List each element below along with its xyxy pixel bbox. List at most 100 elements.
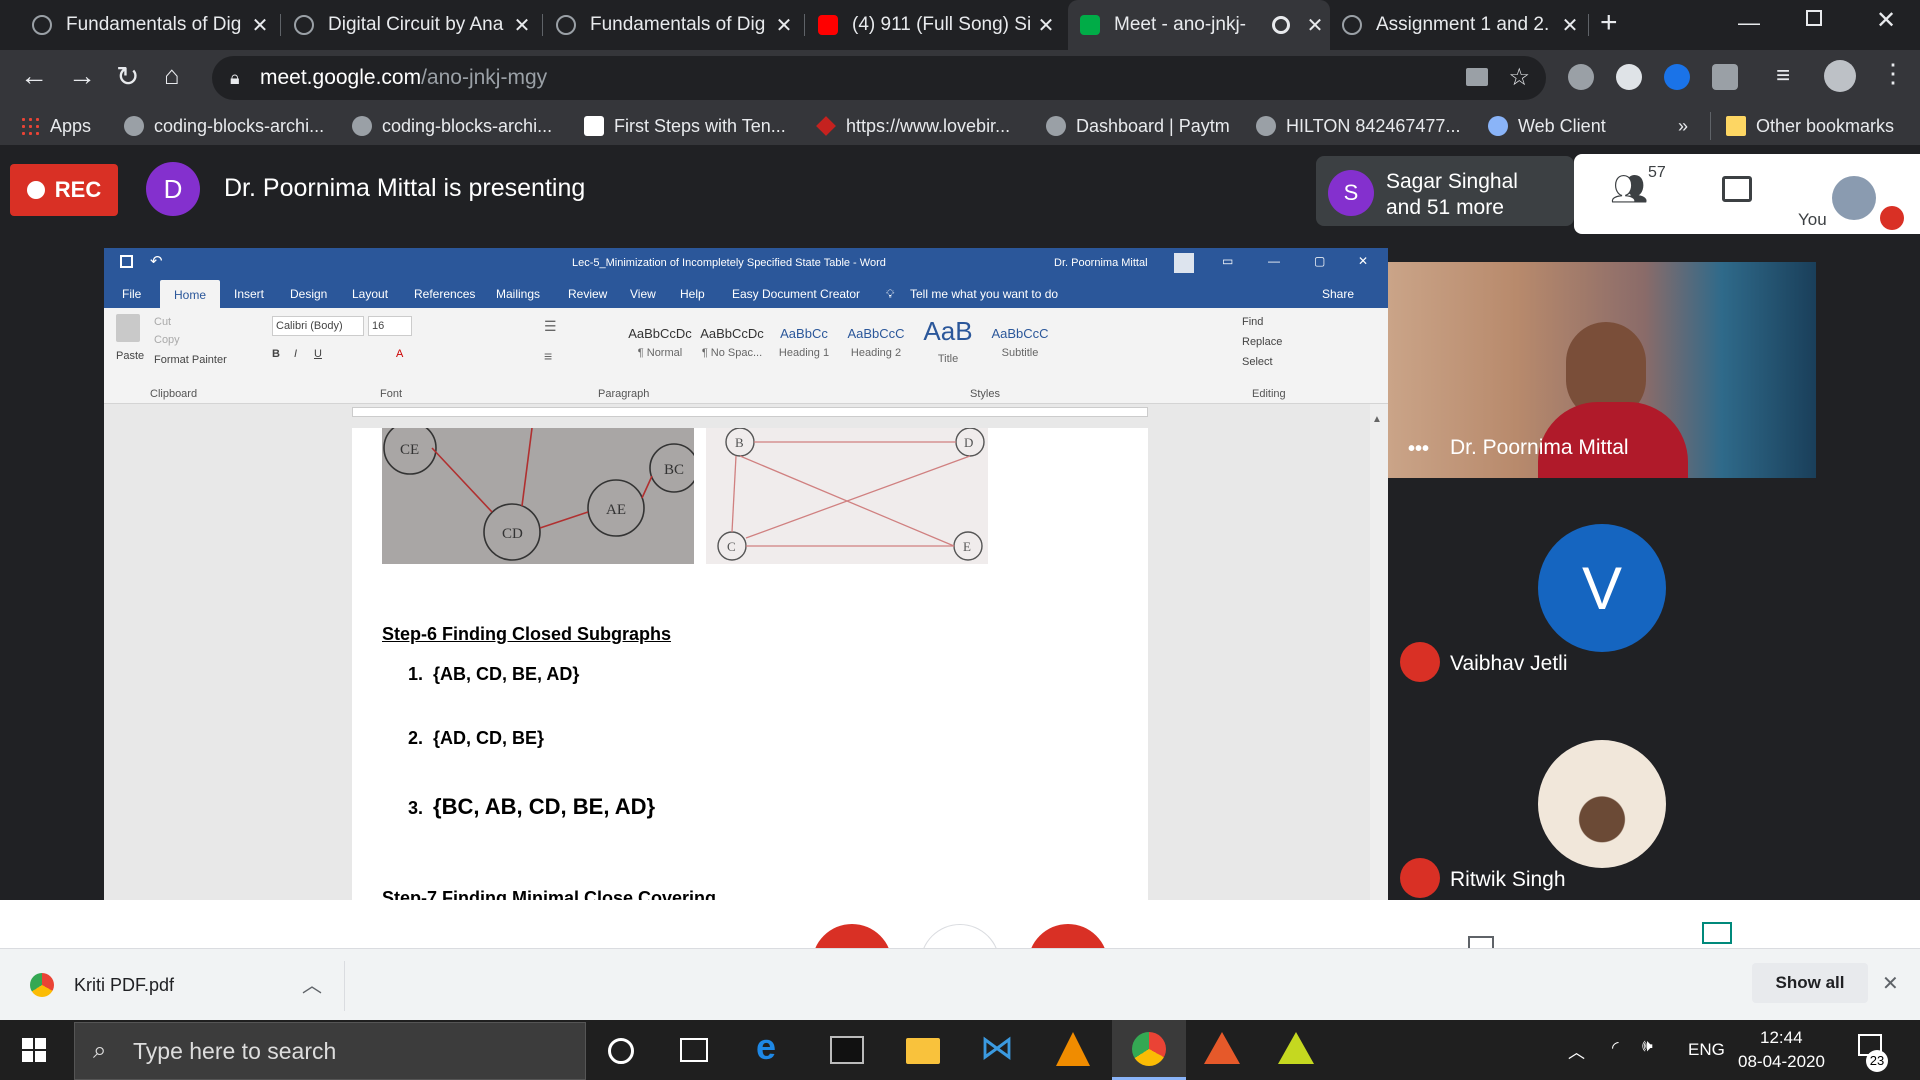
cortana-icon[interactable] (608, 1038, 634, 1064)
vscode-icon[interactable]: ⋈ (980, 1028, 1014, 1067)
tab-design[interactable]: Design (290, 287, 327, 301)
vlc-icon[interactable] (1056, 1032, 1090, 1066)
tab-insert[interactable]: Insert (234, 287, 264, 301)
bookmark-item[interactable]: First Steps with Ten... (584, 114, 786, 138)
style-3[interactable]: AaBbCcC Heading 2 (840, 314, 912, 378)
browser-tab[interactable]: Digital Circuit by Ana ✕ (282, 0, 537, 50)
font-name-select[interactable]: Calibri (Body) (272, 316, 364, 336)
bookmark-item[interactable]: Dashboard | Paytm (1046, 114, 1230, 138)
close-tab-icon[interactable]: ✕ (1555, 13, 1585, 38)
replace-button[interactable]: Replace (1242, 336, 1282, 348)
format-painter-button[interactable]: Format Painter (154, 354, 227, 366)
undo-icon[interactable]: ↶ (150, 252, 163, 270)
tab-file[interactable]: File (122, 287, 141, 301)
clock-date[interactable]: 08-04-2020 (1738, 1052, 1825, 1072)
chrome-taskbar-item-active[interactable] (1112, 1020, 1186, 1080)
cut-button[interactable]: Cut (154, 316, 171, 328)
tab-mailings[interactable]: Mailings (496, 287, 540, 301)
app-icon[interactable] (1278, 1032, 1314, 1064)
forward-icon[interactable]: → (68, 60, 96, 92)
tab-layout[interactable]: Layout (352, 287, 388, 301)
other-bookmarks[interactable]: Other bookmarks (1726, 114, 1894, 138)
document-scrollbar[interactable]: ▲ (1370, 404, 1388, 934)
close-window-icon[interactable]: ✕ (1876, 6, 1896, 35)
more-options-icon[interactable]: ••• (1408, 438, 1429, 461)
underline-button[interactable]: U (314, 348, 322, 360)
browser-tab[interactable]: Fundamentals of Dig ✕ (544, 0, 799, 50)
wifi-icon[interactable]: ◜ (1612, 1038, 1619, 1058)
close-tab-icon[interactable]: ✕ (1300, 13, 1330, 38)
windows-start-icon[interactable] (22, 1038, 46, 1062)
tab-view[interactable]: View (630, 287, 656, 301)
new-tab-button[interactable]: + (1600, 6, 1618, 40)
volume-icon[interactable]: 🕪︎ (1642, 1036, 1653, 1056)
minimize-icon[interactable]: — (1738, 10, 1760, 36)
select-button[interactable]: Select (1242, 356, 1273, 368)
bullets-icon[interactable]: ☰ (544, 318, 557, 335)
italic-button[interactable]: I (294, 348, 297, 360)
browser-tab[interactable]: Fundamentals of Dig ✕ (20, 0, 275, 50)
address-bar[interactable]: 🔒︎ meet.google.com/ano-jnkj-mgy ☆ (212, 56, 1546, 100)
browser-tab-active[interactable]: Meet - ano-jnkj- ✕ (1068, 0, 1330, 50)
bookmark-apps[interactable]: Apps (20, 114, 91, 138)
extension-icon[interactable] (1664, 64, 1690, 90)
copy-button[interactable]: Copy (154, 334, 180, 346)
bookmark-item[interactable]: Web Client (1488, 114, 1606, 138)
language-indicator[interactable]: ENG (1688, 1040, 1725, 1060)
save-icon[interactable] (120, 255, 133, 268)
font-color-button[interactable]: A (396, 348, 403, 360)
home-icon[interactable]: ⌂ (164, 60, 180, 91)
close-icon[interactable]: ✕ (1358, 254, 1368, 268)
style-2[interactable]: AaBbCc Heading 1 (768, 314, 840, 378)
close-tab-icon[interactable]: ✕ (507, 13, 537, 38)
tell-me-box[interactable]: Tell me what you want to do (910, 287, 1058, 301)
show-all-button[interactable]: Show all (1752, 963, 1868, 1003)
terminal-icon[interactable] (830, 1036, 864, 1064)
menu-icon[interactable]: ⋮ (1880, 58, 1906, 89)
bookmark-item[interactable]: HILTON 842467477... (1256, 114, 1460, 138)
download-filename[interactable]: Kriti PDF.pdf (74, 975, 174, 996)
tab-help[interactable]: Help (680, 287, 705, 301)
bookmark-item[interactable]: coding-blocks-archi... (352, 114, 552, 138)
participant-tile-video[interactable]: ••• Dr. Poornima Mittal (1388, 262, 1816, 478)
style-5[interactable]: AaBbCcC Subtitle (984, 314, 1056, 378)
paste-label[interactable]: Paste (116, 350, 144, 362)
restore-icon[interactable] (1806, 10, 1822, 26)
more-bookmarks-button[interactable]: » (1678, 114, 1688, 138)
extension-icon[interactable] (1616, 64, 1642, 90)
taskbar-search-box[interactable]: ⌕ Type here to search (74, 1022, 586, 1080)
tab-home[interactable]: Home (160, 280, 221, 308)
tab-easy-document-creator[interactable]: Easy Document Creator (732, 287, 860, 301)
chat-icon[interactable] (1722, 176, 1752, 202)
back-icon[interactable]: ← (20, 60, 48, 92)
maximize-icon[interactable]: ▢ (1314, 254, 1325, 268)
find-button[interactable]: Find (1242, 316, 1263, 328)
align-left-icon[interactable]: ≡ (544, 348, 552, 364)
tab-review[interactable]: Review (568, 287, 607, 301)
close-tab-icon[interactable]: ✕ (1031, 13, 1061, 38)
task-view-icon[interactable] (680, 1038, 708, 1062)
ribbon-display-icon[interactable]: ▭ (1222, 254, 1233, 268)
people-icon[interactable]: 👥︎ (1610, 172, 1648, 207)
present-now-icon[interactable] (1702, 922, 1732, 944)
font-size-select[interactable]: 16 (368, 316, 412, 336)
style-0[interactable]: AaBbCcDc ¶ Normal (624, 314, 696, 378)
chevron-up-icon[interactable]: ︿ (1568, 1038, 1585, 1063)
profile-avatar[interactable] (1824, 60, 1856, 92)
self-mic-off-icon[interactable] (1880, 206, 1904, 230)
share-button[interactable]: Share (1322, 287, 1354, 301)
chevron-up-icon[interactable]: ︿ (302, 969, 322, 998)
reload-icon[interactable]: ↻ (116, 60, 139, 93)
tab-references[interactable]: References (414, 287, 475, 301)
media-control-icon[interactable]: ≡ (1776, 62, 1790, 90)
bookmark-item[interactable]: https://www.lovebir... (816, 114, 1010, 138)
edge-icon[interactable]: e (756, 1026, 790, 1067)
close-tab-icon[interactable]: ✕ (769, 13, 799, 38)
bookmark-item[interactable]: coding-blocks-archi... (124, 114, 324, 138)
participants-summary[interactable]: S Sagar Singhal and 51 more (1316, 156, 1574, 226)
close-downloads-icon[interactable]: ✕ (1882, 971, 1899, 996)
style-4[interactable]: AaB Title (912, 314, 984, 378)
extension-icon[interactable] (1712, 64, 1738, 90)
style-1[interactable]: AaBbCcDc ¶ No Spac... (696, 314, 768, 378)
paste-icon[interactable] (116, 314, 140, 342)
